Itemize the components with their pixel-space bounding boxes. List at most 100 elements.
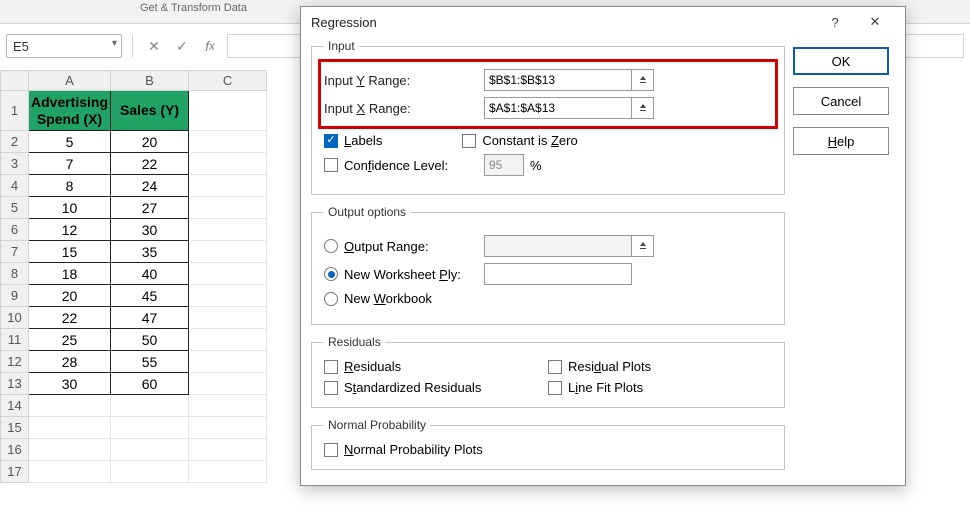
row-header[interactable]: 9 [1,285,29,307]
cell[interactable] [189,307,267,329]
cell[interactable] [29,417,111,439]
dialog-titlebar[interactable]: Regression ? ✕ [301,7,905,37]
cell[interactable]: 7 [29,153,111,175]
cell[interactable] [189,351,267,373]
cell[interactable] [29,461,111,483]
cell[interactable] [189,373,267,395]
cell[interactable] [189,197,267,219]
confidence-checkbox[interactable]: Confidence Level: [324,158,484,173]
cell[interactable]: 55 [111,351,189,373]
cell[interactable] [189,263,267,285]
cell[interactable] [111,461,189,483]
standardized-residuals-checkbox[interactable]: Standardized Residuals [324,380,548,395]
row-header[interactable]: 8 [1,263,29,285]
help-icon[interactable]: ? [815,8,855,36]
cell[interactable]: 12 [29,219,111,241]
header-cell-B1[interactable]: Sales (Y) [111,91,189,131]
row-header[interactable]: 5 [1,197,29,219]
row-header[interactable]: 6 [1,219,29,241]
cell[interactable]: 22 [111,153,189,175]
residuals-checkbox[interactable]: Residuals [324,359,548,374]
cell[interactable]: 15 [29,241,111,263]
row-header[interactable]: 4 [1,175,29,197]
ok-button[interactable]: OK [793,47,889,75]
cell[interactable]: 45 [111,285,189,307]
chevron-down-icon[interactable]: ▾ [112,38,117,49]
confidence-value[interactable] [484,154,524,176]
cell[interactable] [189,417,267,439]
row-header[interactable]: 1 [1,91,29,131]
output-range-radio[interactable]: Output Range: [324,239,484,254]
cell[interactable]: 30 [111,219,189,241]
output-range-field[interactable] [484,235,632,257]
new-worksheet-radio[interactable]: New Worksheet Ply: [324,267,484,282]
cell[interactable] [111,395,189,417]
header-cell-A1[interactable]: Advertising Spend (X) [29,91,111,131]
input-x-range[interactable] [484,97,632,119]
cell[interactable]: 27 [111,197,189,219]
cell[interactable]: 25 [29,329,111,351]
cell[interactable] [29,439,111,461]
cell[interactable]: 20 [29,285,111,307]
cell[interactable]: 30 [29,373,111,395]
cell[interactable]: 24 [111,175,189,197]
cell[interactable] [189,461,267,483]
cell[interactable] [111,439,189,461]
row-header[interactable]: 17 [1,461,29,483]
enter-formula-icon[interactable]: ✓ [171,35,193,57]
cell[interactable]: 18 [29,263,111,285]
cell[interactable]: 20 [111,131,189,153]
cell[interactable]: 40 [111,263,189,285]
cell[interactable]: 50 [111,329,189,351]
constant-zero-checkbox[interactable]: Constant is Zero [462,133,577,148]
cell[interactable] [189,439,267,461]
col-header-A[interactable]: A [29,71,111,91]
cell[interactable]: 22 [29,307,111,329]
cell[interactable]: 8 [29,175,111,197]
cell[interactable] [189,219,267,241]
close-icon[interactable]: ✕ [855,8,895,36]
cell[interactable]: 5 [29,131,111,153]
row-header[interactable]: 12 [1,351,29,373]
cell[interactable] [189,329,267,351]
cell[interactable] [189,153,267,175]
cell[interactable]: 47 [111,307,189,329]
col-header-C[interactable]: C [189,71,267,91]
cell[interactable] [189,91,267,131]
row-header[interactable]: 10 [1,307,29,329]
residual-plots-checkbox[interactable]: Residual Plots [548,359,772,374]
help-button[interactable]: Help [793,127,889,155]
col-header-B[interactable]: B [111,71,189,91]
new-worksheet-name[interactable] [484,263,632,285]
cell[interactable]: 10 [29,197,111,219]
normal-probability-checkbox[interactable]: Normal Probability Plots [324,442,772,457]
collapse-dialog-icon[interactable] [632,235,654,257]
cell[interactable]: 28 [29,351,111,373]
cell[interactable]: 60 [111,373,189,395]
cell[interactable] [29,395,111,417]
cell[interactable] [189,241,267,263]
name-box[interactable]: E5 ▾ [6,34,122,58]
line-fit-plots-checkbox[interactable]: Line Fit Plots [548,380,772,395]
cell[interactable] [189,395,267,417]
cell[interactable] [189,175,267,197]
row-header[interactable]: 3 [1,153,29,175]
cell[interactable] [111,417,189,439]
row-header[interactable]: 16 [1,439,29,461]
cell[interactable] [189,285,267,307]
row-header[interactable]: 11 [1,329,29,351]
cell[interactable] [189,131,267,153]
spreadsheet-grid[interactable]: A B C 1 Advertising Spend (X) Sales (Y) … [0,70,267,483]
row-header[interactable]: 7 [1,241,29,263]
collapse-dialog-icon[interactable] [632,69,654,91]
new-workbook-radio[interactable]: New Workbook [324,291,432,306]
cell[interactable]: 35 [111,241,189,263]
labels-checkbox[interactable]: Labels [324,133,382,148]
row-header[interactable]: 13 [1,373,29,395]
row-header[interactable]: 14 [1,395,29,417]
row-header[interactable]: 2 [1,131,29,153]
fx-icon[interactable]: fx [199,35,221,57]
collapse-dialog-icon[interactable] [632,97,654,119]
select-all-corner[interactable] [1,71,29,91]
cancel-formula-icon[interactable]: ✕ [143,35,165,57]
